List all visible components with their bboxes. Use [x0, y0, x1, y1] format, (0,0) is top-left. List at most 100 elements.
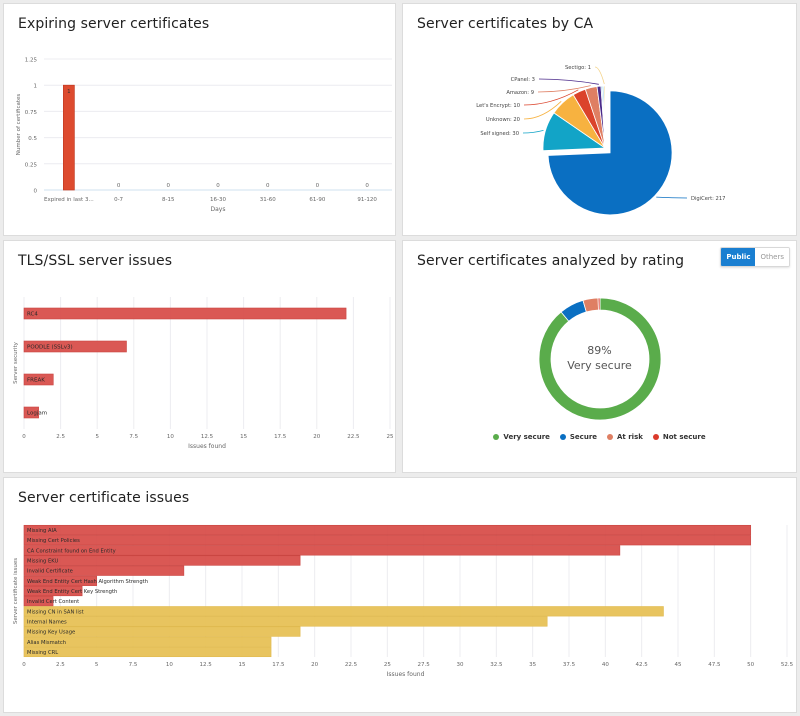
x-tick-label: 16-30: [210, 197, 226, 203]
x-tick-label: 15: [239, 662, 246, 668]
x-tick-label: 12.5: [201, 434, 214, 440]
bar: [23, 307, 347, 320]
x-tick-label: 25: [384, 662, 391, 668]
x-tick-label: 10: [166, 662, 173, 668]
bar: [23, 606, 664, 617]
donut-slice: [597, 297, 601, 311]
pie-data-label: Amazon: 9: [506, 90, 534, 96]
x-tick-label: 91-120: [357, 197, 377, 203]
pie-data-label: Let's Encrypt: 10: [476, 103, 520, 109]
x-tick-label: 12.5: [200, 662, 213, 668]
legend-item-not-secure[interactable]: Not secure: [652, 433, 706, 441]
bar-category-label: FREAK: [27, 378, 45, 384]
legend-label: Very secure: [503, 433, 550, 441]
x-tick-label: 0: [22, 662, 26, 668]
rating-legend: Very secure Secure At risk Not secure: [403, 433, 796, 441]
certificate-rating-panel: Server certificates analyzed by rating P…: [402, 240, 797, 473]
bar-category-label: Missing Cert Policies: [27, 538, 80, 544]
x-tick-label: 15: [240, 434, 247, 440]
bar-category-label: Missing AIA: [27, 528, 57, 534]
x-axis-title: Days: [211, 206, 226, 213]
x-tick-label: 17.5: [272, 662, 285, 668]
bar: [23, 646, 272, 658]
certificate-issues-panel: Server certificate issues 0 2.5 5 7.5 10 12.5…: [3, 477, 797, 713]
x-tick-label: 17.5: [274, 434, 287, 440]
bar-category-label: Internal Names: [27, 619, 67, 625]
pie-connector-line: [522, 129, 544, 134]
y-axis-title: Server certificate issues: [13, 558, 19, 624]
legend-item-secure[interactable]: Secure: [559, 433, 598, 441]
y-tick-label: 0.25: [25, 162, 38, 168]
legend-item-at-risk[interactable]: At risk: [607, 433, 643, 441]
expiring-certificates-panel: Expiring server certificates 0 0.25 0.5 0.7…: [3, 3, 396, 236]
legend-dot-icon: [652, 434, 659, 440]
bar-data-label: 0: [266, 183, 270, 189]
bar-category-label: Weak End Entity Cert Key Strength: [27, 589, 117, 595]
tls-ssl-issues-panel: TLS/SSL server issues 0 2.5 5 7.5 10 12.5 15 17…: [3, 240, 396, 473]
x-tick-label: 22.5: [345, 662, 358, 668]
bar-data-label: 0: [216, 183, 220, 189]
x-tick-label: 35: [529, 662, 536, 668]
x-tick-label: Expired in last 3...: [44, 197, 94, 203]
x-tick-label: 40: [602, 662, 609, 668]
y-tick-label: 1: [34, 84, 38, 90]
donut-center-label: Very secure: [567, 359, 632, 372]
x-tick-label: 22.5: [347, 434, 360, 440]
y-tick-label: 0: [34, 189, 38, 195]
x-tick-label: 10: [167, 434, 174, 440]
legend-dot-icon: [559, 434, 566, 440]
certificates-by-ca-pie-chart: DigiCert: 217 Self signed: 30 Unknown: 20 L…: [476, 65, 725, 216]
x-tick-label: 45: [675, 662, 682, 668]
bar-category-label: Logjam: [27, 411, 47, 417]
x-tick-label: 30: [457, 662, 464, 668]
y-tick-label: 0.5: [28, 136, 37, 142]
x-tick-label: 7.5: [129, 662, 138, 668]
x-tick-label: 27.5: [418, 662, 431, 668]
bar-category-label: Invalid Cert Content: [27, 599, 79, 605]
pie-data-label: Sectigo: 1: [565, 65, 591, 71]
bar-data-label: 0: [117, 183, 121, 189]
bar-data-label: 0: [167, 183, 171, 189]
x-tick-label: 31-60: [260, 197, 276, 203]
bar-data-label: 1: [67, 89, 71, 95]
bar-category-label: Missing CRL: [27, 650, 58, 656]
x-tick-label: 0: [22, 434, 26, 440]
legend-item-very-secure[interactable]: Very secure: [493, 433, 550, 441]
y-axis-title: Server security: [13, 341, 19, 383]
bar: [23, 535, 751, 546]
pie-connector-line: [538, 78, 599, 85]
x-tick-label: 37.5: [563, 662, 576, 668]
pie-data-label: CPanel: 3: [511, 77, 535, 83]
legend-dot-icon: [607, 434, 614, 440]
bar-data-label: 0: [365, 183, 369, 189]
legend-label: Not secure: [662, 433, 706, 441]
x-tick-label: 2.5: [56, 434, 65, 440]
pie-data-label: DigiCert: 217: [691, 196, 725, 202]
bar: [63, 84, 75, 191]
tls-ssl-issues-chart: 0 2.5 5 7.5 10 12.5 15 17.5 20 22.5 25 RC4 POODLE (S…: [13, 297, 394, 450]
bar-category-label: Missing EKU: [27, 559, 59, 565]
x-tick-label: 0-7: [114, 197, 123, 203]
pie-data-label: Self signed: 30: [480, 131, 519, 137]
x-tick-label: 7.5: [129, 434, 138, 440]
certificates-by-ca-panel: Server certificates by CA DigiCert: 217 S…: [402, 3, 797, 236]
y-tick-label: 0.75: [25, 110, 38, 116]
x-tick-label: 42.5: [636, 662, 649, 668]
x-tick-label: 5: [95, 662, 99, 668]
legend-label: Secure: [569, 433, 598, 441]
bar-category-label: RC4: [27, 312, 38, 318]
bar-category-label: Missing Key Usage: [27, 630, 75, 636]
y-axis-title: Number of certificates: [16, 94, 22, 156]
x-tick-label: 25: [387, 434, 394, 440]
x-tick-label: 52.5: [781, 662, 794, 668]
bar-category-label: POODLE (SSLv3): [27, 345, 73, 351]
x-tick-label: 32.5: [490, 662, 503, 668]
x-axis-title: Issues found: [387, 671, 425, 678]
bar-category-label: Invalid Certificate: [27, 569, 73, 575]
x-tick-label: 20: [311, 662, 318, 668]
certificate-issues-chart: 0 2.5 5 7.5 10 12.5 15 17.5 20 22.5 25 27.5 30 32.5 35…: [13, 524, 794, 678]
x-tick-label: 47.5: [708, 662, 721, 668]
expiring-certificates-chart: 0 0.25 0.5 0.75 1 1.25 1 Expired in last 3... 0 0…: [16, 58, 392, 213]
bar-data-label: 0: [316, 183, 320, 189]
donut-center-value: 89%: [587, 344, 612, 357]
